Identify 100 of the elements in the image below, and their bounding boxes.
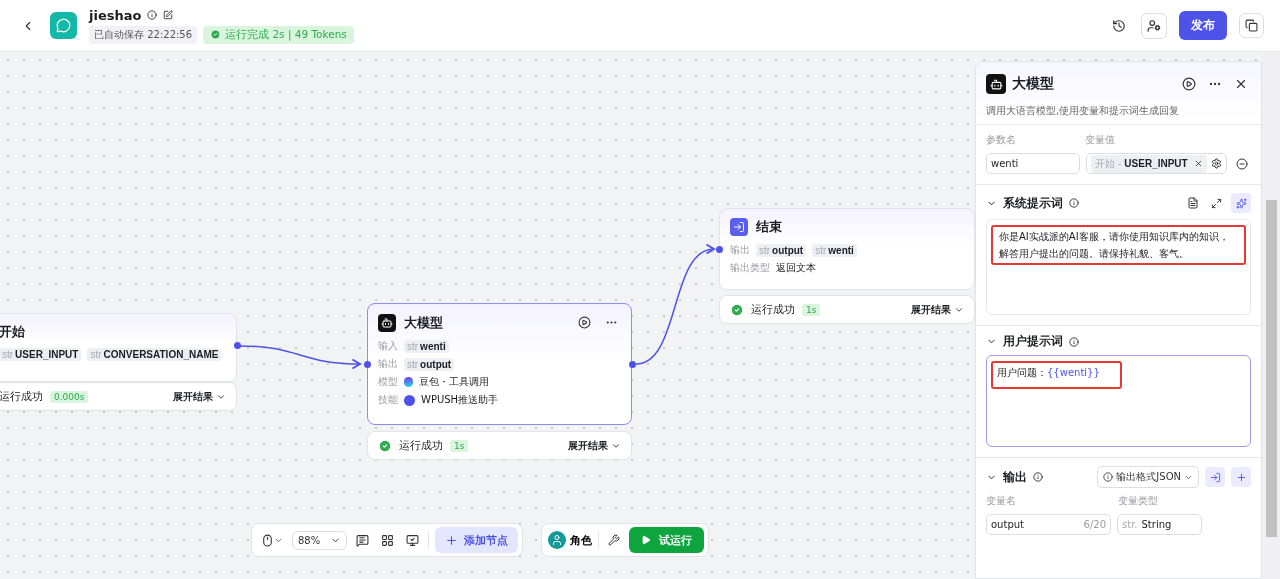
run-status: 运行完成 2s | 49 Tokens — [203, 25, 354, 44]
workflow-node[interactable]: 大模型 输入 str wenti 输出 str output 模型 豆包・工具调用 技能 WPUSH推送助手 — [367, 303, 632, 425]
sparkle-icon — [1235, 197, 1247, 209]
publish-button[interactable]: 发布 — [1179, 11, 1227, 40]
grid-icon — [381, 533, 395, 547]
copy-button[interactable] — [1239, 13, 1264, 38]
play-icon — [1182, 77, 1196, 91]
duration-badge: 0.000s — [50, 390, 89, 403]
save-status: 已自动保存 22:22:56 — [89, 25, 198, 44]
info-icon — [1069, 198, 1079, 208]
play-icon — [578, 316, 591, 329]
result-status: 运行成功 — [0, 389, 43, 404]
variable-name-field[interactable]: output 6/20 — [986, 514, 1111, 535]
output-format-select[interactable]: 输出格式JSON — [1097, 466, 1199, 488]
workflow-node[interactable]: 结束 输出 str output str wenti 输出类型 返回文本 — [719, 208, 975, 290]
node-title: 大模型 — [404, 313, 444, 332]
row-label: 技能 — [378, 393, 398, 407]
robot-icon — [378, 313, 396, 332]
add-node-button[interactable]: 添加节点 — [435, 527, 519, 553]
section-title: 用户提示词 — [1003, 334, 1063, 349]
section-title: 输出 — [1003, 469, 1027, 485]
copy-icon — [1245, 19, 1258, 32]
result-status: 运行成功 — [399, 438, 443, 453]
row-label: 输入 — [378, 339, 398, 353]
ai-sparkle-button[interactable] — [1231, 193, 1251, 213]
row-label: 模型 — [378, 375, 398, 389]
role-button[interactable]: 角色 — [548, 531, 592, 549]
panel-description: 调用大语言模型,使用变量和提示词生成回复 — [986, 104, 1181, 118]
variable-tag: str wenti — [812, 243, 857, 257]
node-title: 结束 — [756, 218, 783, 236]
robot-icon — [986, 74, 1006, 94]
row-value: WPUSH推送助手 — [421, 393, 499, 407]
wrench-icon — [608, 534, 620, 546]
plus-icon — [1235, 471, 1247, 483]
variable-tag: str wenti — [404, 339, 449, 353]
success-icon — [378, 438, 392, 453]
expand-results-button[interactable]: 展开结果 — [911, 302, 964, 317]
expand-icon — [1211, 197, 1222, 209]
row-label: 输出 — [378, 357, 398, 371]
gear-icon — [1211, 158, 1222, 169]
avatar-icon — [548, 531, 566, 549]
variable-select[interactable]: 开始 - USER_INPUT — [1086, 153, 1227, 174]
input-port[interactable] — [716, 246, 723, 253]
zoom-select[interactable]: 88% — [292, 530, 348, 550]
minus-icon — [1236, 157, 1248, 170]
import-button[interactable] — [1205, 467, 1225, 487]
add-button[interactable] — [1231, 467, 1251, 487]
history-icon — [1112, 18, 1126, 33]
check-icon — [210, 29, 222, 40]
mouse-icon — [261, 533, 274, 547]
row-value: 返回文本 — [776, 261, 816, 275]
info-icon — [1103, 472, 1114, 482]
result-status: 运行成功 — [751, 302, 795, 317]
info-icon — [147, 10, 158, 20]
duration-badge: 1s — [450, 439, 469, 452]
column-label: 变量值 — [1085, 133, 1115, 147]
variable-tag: str output — [404, 357, 455, 371]
info-icon — [1069, 336, 1079, 347]
variable-tag: str output — [756, 243, 807, 257]
close-icon — [1234, 77, 1248, 91]
monitor-icon — [406, 533, 420, 547]
variable-tag: 开始 - USER_INPUT — [1091, 154, 1207, 173]
info-icon — [1033, 472, 1043, 482]
row-value: 豆包・工具调用 — [419, 375, 489, 389]
system-prompt-field[interactable]: 你是AI实战派的AI客服，请你使用知识库内的知识，解答用户提出的问题。请保持礼貌、客气。 — [986, 219, 1251, 315]
model-logo-icon — [404, 377, 413, 387]
user-gear-icon — [1147, 18, 1161, 33]
param-name-field[interactable]: wenti — [986, 153, 1081, 174]
user-settings-button[interactable] — [1141, 12, 1167, 39]
prompt-text: 用户问题：{{wenti}} — [991, 361, 1122, 389]
play-icon — [641, 535, 651, 545]
document-icon — [1187, 197, 1199, 209]
row-label: 输出 — [730, 243, 750, 257]
comment-icon — [356, 533, 370, 547]
app-title: jieshao — [89, 7, 142, 23]
output-port[interactable] — [234, 342, 241, 349]
wrench-button[interactable] — [605, 531, 623, 549]
output-port[interactable] — [629, 361, 636, 368]
panel-title: 大模型 — [1012, 75, 1055, 93]
import-icon — [1209, 471, 1221, 483]
variable-type-select[interactable]: str. String — [1117, 514, 1202, 535]
app-logo-icon — [50, 12, 77, 39]
play-button[interactable] — [575, 313, 594, 332]
success-icon — [730, 302, 744, 317]
exit-icon — [730, 218, 748, 236]
expand-results-button[interactable]: 展开结果 — [173, 389, 226, 404]
close-icon — [1194, 159, 1203, 168]
plus-icon — [445, 533, 459, 547]
variable-tag: str USER_INPUT — [0, 348, 82, 361]
duration-badge: 1s — [802, 303, 821, 316]
expand-results-button[interactable]: 展开结果 — [568, 438, 621, 453]
column-label: 参数名 — [986, 133, 1017, 147]
prompt-text: 你是AI实战派的AI客服，请你使用知识库内的知识，解答用户提出的问题。请保持礼貌、客气。 — [991, 225, 1246, 265]
user-prompt-field[interactable]: 用户问题：{{wenti}} — [986, 355, 1251, 447]
section-title: 系统提示词 — [1003, 195, 1063, 211]
edit-icon — [163, 10, 174, 20]
row-label: 输出类型 — [730, 261, 770, 275]
plugin-icon — [404, 394, 415, 406]
column-label: 变量名 — [986, 494, 1017, 508]
input-port[interactable] — [364, 361, 371, 368]
